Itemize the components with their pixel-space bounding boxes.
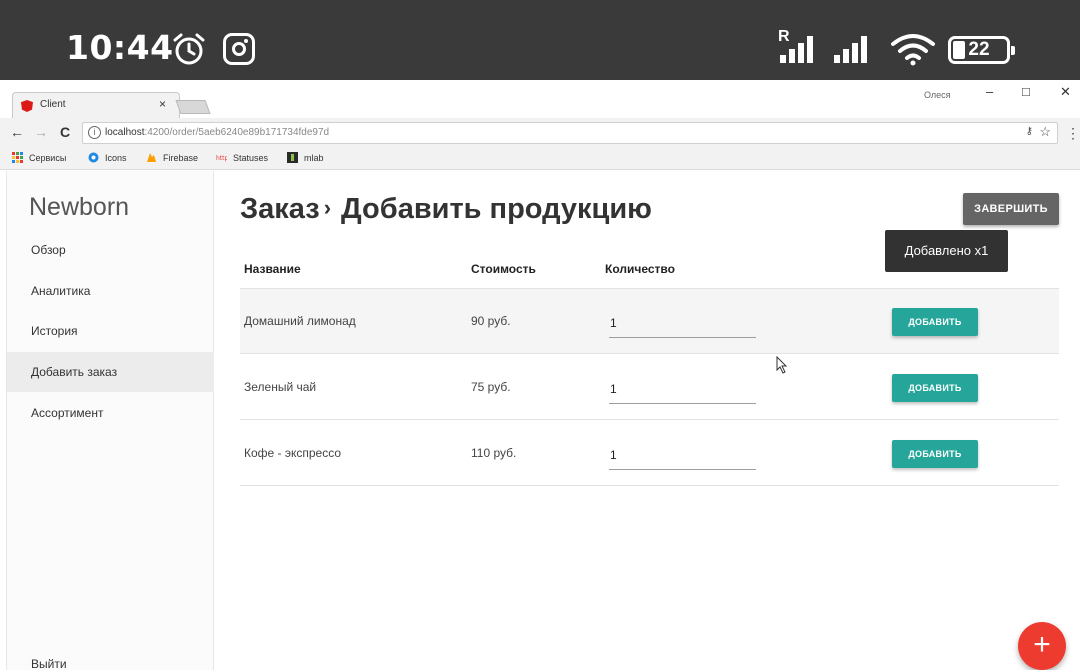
page-title: Заказ › Добавить продукцию: [240, 193, 652, 226]
mlab-icon: [287, 152, 298, 163]
bookmark-icons[interactable]: Icons: [88, 152, 127, 163]
quantity-input[interactable]: [609, 374, 756, 404]
back-arrow-icon[interactable]: ←: [10, 124, 24, 140]
table-row: Зеленый чай 75 руб. ДОБАВИТЬ: [240, 355, 1059, 420]
info-icon[interactable]: i: [88, 126, 101, 139]
add-product-button[interactable]: ДОБАВИТЬ: [892, 308, 978, 336]
signal-icon: [780, 33, 822, 63]
browser-menu-icon[interactable]: ⋮: [1066, 125, 1080, 142]
tab-strip: Client × Олеся – □ ✕: [0, 80, 1080, 120]
brand-logo[interactable]: Newborn: [29, 193, 129, 222]
icons-site-icon: [88, 152, 99, 163]
apps-grid-icon: [12, 152, 23, 163]
finish-button[interactable]: ЗАВЕРШИТЬ: [963, 193, 1059, 225]
url-text[interactable]: localhost:4200/order/5aeb6240e89b171734f…: [105, 127, 329, 138]
tab-title: Client: [40, 99, 66, 110]
address-bar[interactable]: i localhost:4200/order/5aeb6240e89b17173…: [82, 122, 1058, 144]
column-header-quantity: Количество: [605, 262, 675, 276]
window-close-icon[interactable]: ✕: [1060, 84, 1071, 100]
sidebar-item-overview[interactable]: Обзор: [7, 230, 214, 270]
sidebar-item-analytics[interactable]: Аналитика: [7, 271, 214, 311]
mouse-cursor-icon: [776, 356, 788, 374]
table-row: Кофе - экспрессо 110 руб. ДОБАВИТЬ: [240, 421, 1059, 486]
status-time: 10:44: [66, 28, 174, 67]
main-content: Заказ › Добавить продукцию ЗАВЕРШИТЬ Добав…: [240, 171, 1060, 670]
wifi-icon: [891, 34, 935, 66]
angular-icon: [21, 100, 33, 112]
bookmark-mlab[interactable]: mlab: [287, 152, 324, 163]
product-cost: 75 руб.: [471, 380, 511, 394]
signal-icon: [834, 33, 876, 63]
breadcrumb-order[interactable]: Заказ: [240, 193, 320, 225]
add-product-button[interactable]: ДОБАВИТЬ: [892, 374, 978, 402]
product-cost: 90 руб.: [471, 314, 511, 328]
bookmark-star-icon[interactable]: ☆: [1039, 124, 1051, 140]
product-name: Зеленый чай: [244, 380, 317, 394]
breadcrumb-separator: ›: [323, 195, 332, 220]
new-tab-button[interactable]: [175, 100, 211, 114]
phone-status-bar: 10:44 R 22: [0, 0, 1080, 80]
sidebar-item-history[interactable]: История: [7, 311, 214, 351]
maximize-icon[interactable]: □: [1022, 84, 1030, 99]
statuses-icon: http: [216, 155, 227, 162]
app-area: Newborn Обзор Аналитика История Добавить…: [0, 171, 1080, 670]
battery-icon: 22: [948, 36, 1015, 64]
reload-icon[interactable]: C: [60, 124, 70, 140]
product-cost: 110 руб.: [471, 446, 517, 460]
product-name: Кофе - экспрессо: [244, 446, 342, 460]
quantity-input[interactable]: [609, 308, 756, 338]
alarm-icon: [173, 33, 205, 65]
sidebar: Newborn Обзор Аналитика История Добавить…: [6, 171, 214, 670]
page-title-text: Добавить продукцию: [341, 193, 652, 225]
sidebar-item-add-order[interactable]: Добавить заказ: [7, 352, 214, 392]
add-product-button[interactable]: ДОБАВИТЬ: [892, 440, 978, 468]
bookmark-statuses[interactable]: http Statuses: [216, 152, 268, 163]
svg-text:http: http: [216, 155, 227, 162]
product-name: Домашний лимонад: [244, 314, 356, 328]
battery-percent: 22: [968, 39, 990, 60]
add-fab-button[interactable]: +: [1018, 622, 1066, 670]
sidebar-item-assortment[interactable]: Ассортимент: [7, 393, 214, 433]
logout-link[interactable]: Выйти: [31, 657, 67, 670]
bookmarks-bar: Сервисы Icons Firebase http Statuses mlab: [0, 148, 1080, 170]
window-user-name[interactable]: Олеся: [924, 90, 951, 100]
table-row: Домашний лимонад 90 руб. ДОБАВИТЬ: [240, 289, 1059, 354]
browser-toolbar: ← → C i localhost:4200/order/5aeb6240e89…: [0, 118, 1080, 148]
key-icon[interactable]: ⚷: [1026, 126, 1033, 137]
browser-tab[interactable]: Client ×: [12, 92, 180, 120]
instagram-icon: [223, 33, 255, 65]
bookmark-firebase[interactable]: Firebase: [146, 152, 198, 163]
quantity-input[interactable]: [609, 440, 756, 470]
table-header: Название Стоимость Количество: [240, 255, 1059, 289]
browser-window: Client × Олеся – □ ✕ ← → C i localhost:4…: [0, 80, 1080, 670]
tab-close-icon[interactable]: ×: [159, 97, 166, 111]
forward-arrow-icon[interactable]: →: [34, 124, 48, 140]
bookmark-services[interactable]: Сервисы: [12, 152, 66, 163]
minimize-icon[interactable]: –: [986, 84, 993, 99]
column-header-name: Название: [244, 262, 301, 276]
firebase-icon: [147, 153, 156, 162]
column-header-cost: Стоимость: [471, 262, 536, 276]
